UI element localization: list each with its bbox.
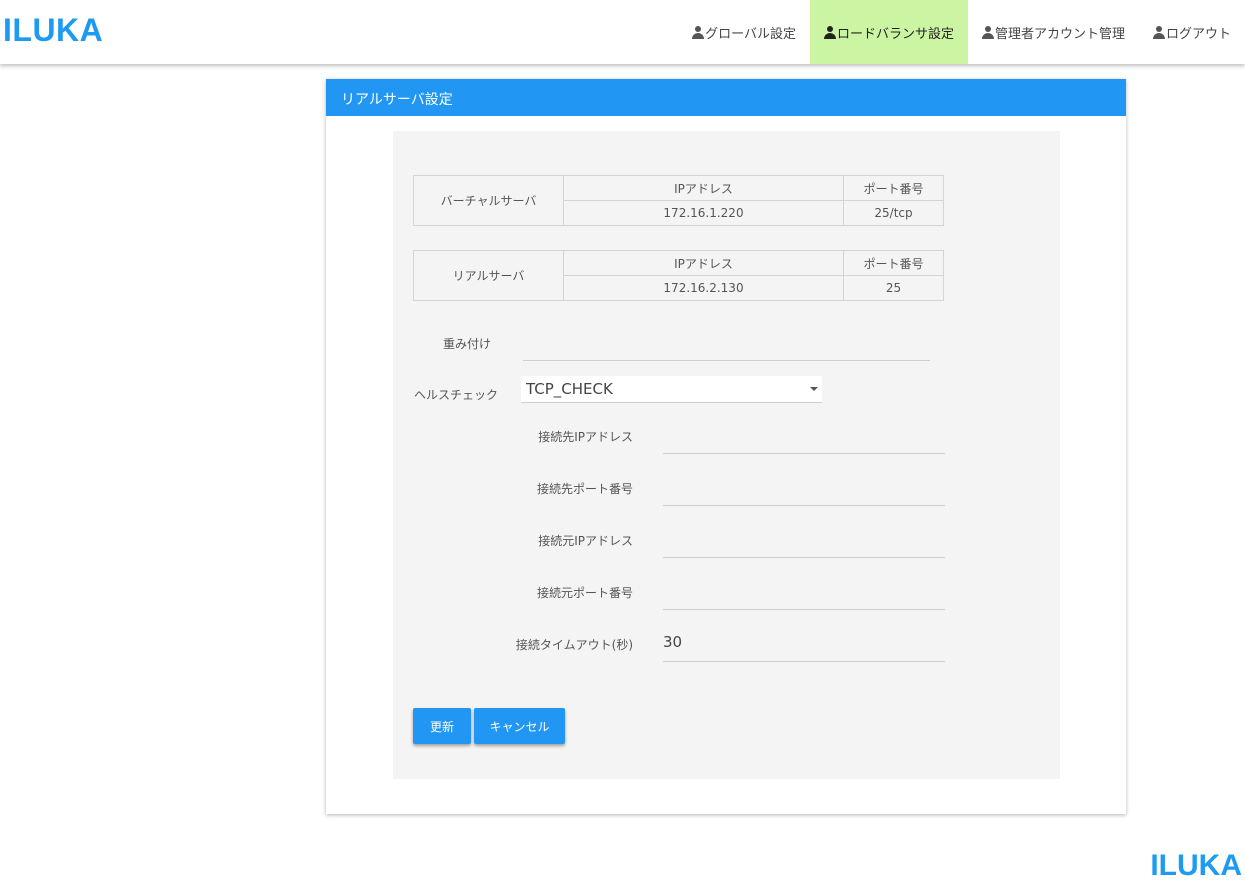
virtual-server-port: 25/tcp xyxy=(843,200,944,226)
src-port-underline xyxy=(663,609,945,610)
port-number-header: ポート番号 xyxy=(843,175,944,201)
src-ip-underline xyxy=(663,557,945,558)
virtual-server-label: バーチャルサーバ xyxy=(413,175,564,226)
person-icon xyxy=(823,25,836,39)
src-ip-label: 接続元IPアドレス xyxy=(538,534,633,548)
dest-ip-label: 接続先IPアドレス xyxy=(538,430,633,444)
src-port-label: 接続元ポート番号 xyxy=(536,586,633,600)
form-panel: バーチャルサーバ IPアドレス ポート番号 172.16.1.220 25/tc… xyxy=(393,131,1060,779)
dest-ip-underline xyxy=(663,453,945,454)
nav-label: ロードバランサ設定 xyxy=(836,26,954,42)
real-server-ip: 172.16.2.130 xyxy=(563,275,844,301)
real-server-port: 25 xyxy=(843,275,944,301)
timeout-label: 接続タイムアウト(秒) xyxy=(515,638,633,652)
src-ip-input[interactable] xyxy=(663,529,945,553)
dest-ip-input[interactable] xyxy=(663,425,945,449)
weight-input-underline xyxy=(523,360,930,361)
real-server-table: リアルサーバ IPアドレス ポート番号 172.16.2.130 25 xyxy=(413,250,944,301)
virtual-server-ip: 172.16.1.220 xyxy=(563,200,844,226)
healthcheck-select[interactable]: TCP_CHECK xyxy=(521,376,822,403)
nav-label: 管理者アカウント管理 xyxy=(994,26,1125,42)
dest-port-label: 接続先ポート番号 xyxy=(536,482,633,496)
healthcheck-label: ヘルスチェック xyxy=(414,388,499,402)
top-navbar: ILUKA グローバル設定 ロードバランサ設定 管理者アカウント管理 ログアウト xyxy=(0,0,1245,64)
ip-address-header: IPアドレス xyxy=(563,250,844,276)
app-logo[interactable]: ILUKA xyxy=(3,12,103,49)
timeout-input[interactable]: 30 xyxy=(663,633,945,657)
weight-input[interactable] xyxy=(523,331,930,353)
nav-label: グローバル設定 xyxy=(705,26,796,42)
footer-logo: ILUKA xyxy=(1150,849,1242,882)
src-port-input[interactable] xyxy=(663,581,945,605)
virtual-server-table: バーチャルサーバ IPアドレス ポート番号 172.16.1.220 25/tc… xyxy=(413,175,944,226)
real-server-settings-card: リアルサーバ設定 バーチャルサーバ IPアドレス ポート番号 172.16.1.… xyxy=(326,79,1126,814)
caret-down-icon xyxy=(810,387,818,391)
real-server-label: リアルサーバ xyxy=(413,250,564,301)
dest-port-underline xyxy=(663,505,945,506)
person-icon xyxy=(981,25,994,39)
port-number-header: ポート番号 xyxy=(843,250,944,276)
nav-global-settings[interactable]: グローバル設定 xyxy=(678,0,810,64)
nav-logout[interactable]: ログアウト xyxy=(1139,0,1245,64)
nav-load-balancer-settings[interactable]: ロードバランサ設定 xyxy=(809,0,968,64)
nav-admin-account-management[interactable]: 管理者アカウント管理 xyxy=(968,0,1139,64)
person-icon xyxy=(692,25,705,39)
card-title: リアルサーバ設定 xyxy=(326,79,1126,116)
nav-label: ログアウト xyxy=(1165,26,1231,42)
cancel-button[interactable]: キャンセル xyxy=(474,708,565,744)
weight-label: 重み付け xyxy=(443,337,492,351)
dest-port-input[interactable] xyxy=(663,477,945,501)
main-nav: グローバル設定 ロードバランサ設定 管理者アカウント管理 ログアウト xyxy=(678,0,1245,64)
person-icon xyxy=(1152,25,1165,39)
healthcheck-selected-value: TCP_CHECK xyxy=(526,380,613,398)
update-button[interactable]: 更新 xyxy=(413,708,471,744)
timeout-underline xyxy=(663,661,945,662)
ip-address-header: IPアドレス xyxy=(563,175,844,201)
